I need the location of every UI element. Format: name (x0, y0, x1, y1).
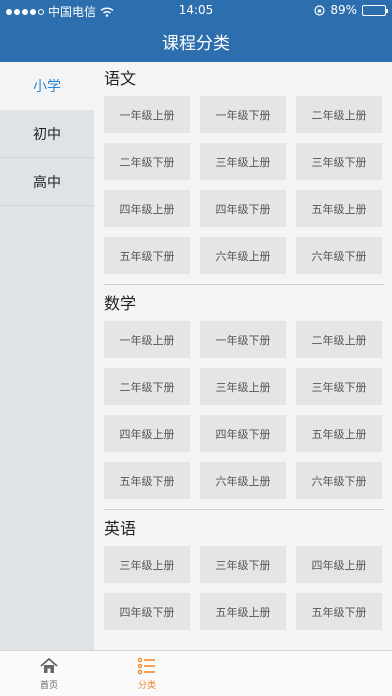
course-grid-area: 语文 一年级上册 一年级下册 二年级上册 二年级下册 三年级上册 三年级下册 四年级上册 四年… (94, 62, 392, 650)
status-bar: 中国电信 14:05 89% (0, 0, 392, 20)
course-cell[interactable]: 三年级下册 (296, 368, 382, 405)
course-cell[interactable]: 三年级下册 (200, 546, 286, 583)
course-cell[interactable]: 三年级上册 (104, 546, 190, 583)
course-cell[interactable]: 一年级下册 (200, 96, 286, 133)
tab-home[interactable]: 首页 (0, 651, 98, 696)
course-cell[interactable]: 五年级上册 (200, 593, 286, 630)
course-cell[interactable]: 四年级上册 (104, 190, 190, 227)
sidebar-item-label: 初中 (33, 126, 61, 143)
course-cell[interactable]: 六年级上册 (200, 462, 286, 499)
sidebar-item-primary[interactable]: 小学 (0, 62, 94, 110)
section-title: 数学 (104, 294, 137, 313)
course-cell[interactable]: 六年级上册 (200, 237, 286, 274)
course-cell[interactable]: 三年级上册 (200, 368, 286, 405)
section-english: 英语 三年级上册 三年级下册 四年级上册四年级下册 五年级上册 五年级下册 (104, 512, 392, 630)
tab-label: 分类 (137, 681, 156, 691)
course-cell[interactable]: 一年级下册 (200, 321, 286, 358)
orientation-lock-icon (314, 4, 325, 16)
course-grid: 一年级上册 一年级下册 二年级上册二年级下册 三年级上册 三年级下册四年级上册 四年级下册… (104, 96, 392, 274)
tab-bar: 首页 分类 (0, 650, 392, 696)
sidebar-item-middle[interactable]: 初中 (0, 110, 94, 158)
category-sidebar: 小学 初中 高中 (0, 62, 94, 650)
course-cell[interactable]: 二年级上册 (296, 321, 382, 358)
sidebar-item-label: 小学 (33, 79, 61, 95)
section-math: 数学 一年级上册 一年级下册 二年级上册二年级下册 三年级上册 三年级下册四年级上册 四年… (104, 287, 392, 499)
course-cell[interactable]: 六年级下册 (296, 237, 382, 274)
section-title: 英语 (104, 519, 137, 538)
course-cell[interactable]: 五年级下册 (296, 593, 382, 630)
course-grid: 三年级上册 三年级下册 四年级上册四年级下册 五年级上册 五年级下册 (104, 546, 392, 630)
course-cell[interactable]: 四年级下册 (104, 593, 190, 630)
course-cell[interactable]: 二年级下册 (104, 143, 190, 180)
course-cell[interactable]: 二年级上册 (296, 96, 382, 133)
course-cell[interactable]: 四年级上册 (296, 546, 382, 583)
course-cell[interactable]: 三年级上册 (200, 143, 286, 180)
top-bar: 中国电信 14:05 89% 课程分类 (0, 0, 392, 62)
sidebar-item-high[interactable]: 高中 (0, 158, 94, 206)
divider (104, 284, 384, 285)
course-grid: 一年级上册 一年级下册 二年级上册二年级下册 三年级上册 三年级下册四年级上册 四年级下册… (104, 321, 392, 499)
sidebar-item-label: 高中 (33, 174, 61, 191)
tab-category[interactable]: 分类 (98, 651, 196, 696)
course-cell[interactable]: 五年级下册 (104, 462, 190, 499)
course-cell[interactable]: 四年级下册 (200, 190, 286, 227)
course-cell[interactable]: 五年级上册 (296, 190, 382, 227)
home-icon (40, 657, 58, 673)
course-cell[interactable]: 二年级下册 (104, 368, 190, 405)
tab-label: 首页 (39, 681, 58, 691)
course-cell[interactable]: 四年级上册 (104, 415, 190, 452)
course-cell[interactable]: 一年级上册 (104, 321, 190, 358)
course-cell[interactable]: 五年级上册 (296, 415, 382, 452)
section-title: 语文 (104, 69, 137, 88)
course-cell[interactable]: 五年级下册 (104, 237, 190, 274)
course-cell[interactable]: 四年级下册 (200, 415, 286, 452)
course-cell[interactable]: 六年级下册 (296, 462, 382, 499)
course-cell[interactable]: 一年级上册 (104, 96, 190, 133)
section-chinese: 语文 一年级上册 一年级下册 二年级上册二年级下册 三年级上册 三年级下册四年级上册 四年… (104, 62, 392, 274)
page-title: 课程分类 (162, 34, 230, 54)
list-icon (137, 657, 155, 675)
battery-icon (362, 4, 388, 16)
battery-percent: 89% (330, 3, 357, 17)
course-cell[interactable]: 三年级下册 (296, 143, 382, 180)
divider (104, 509, 384, 510)
